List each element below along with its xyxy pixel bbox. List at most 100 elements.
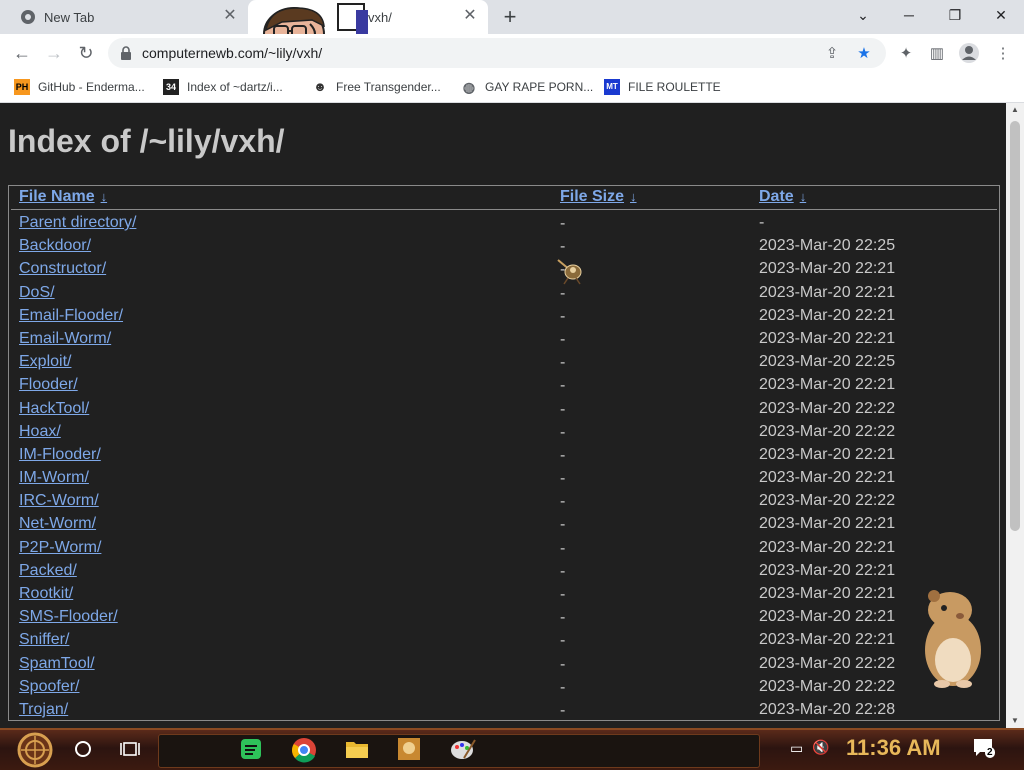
notification-count: 2: [985, 747, 995, 758]
globe-icon: ◍: [462, 79, 476, 95]
table-row: Hoax/ - 2023-Mar-20 22:22: [9, 419, 999, 442]
file-link[interactable]: HackTool/: [19, 400, 89, 418]
notifications-icon[interactable]: 2: [972, 737, 995, 759]
profile-avatar-icon[interactable]: [958, 42, 980, 64]
column-file-size[interactable]: File Size ↓: [560, 188, 637, 206]
paint-icon[interactable]: [450, 738, 476, 760]
file-explorer-icon[interactable]: [345, 739, 369, 759]
page-scrollbar[interactable]: ▲ ▼: [1006, 103, 1024, 728]
bookmark-label: Free Transgender...: [336, 80, 441, 94]
extensions-icon[interactable]: ✦: [895, 43, 917, 65]
desktop-pet-bug-icon: [557, 259, 582, 285]
chrome-icon[interactable]: [291, 737, 317, 763]
file-link[interactable]: Spoofer/: [19, 678, 79, 696]
mt-icon: MT: [604, 79, 620, 95]
tab-new-tab[interactable]: New Tab ✕: [8, 0, 248, 34]
table-row: HackTool/ - 2023-Mar-20 22:22: [9, 396, 999, 419]
back-icon[interactable]: ←: [8, 40, 36, 66]
bookmark-free-transgender[interactable]: ☻ Free Transgender...: [312, 78, 441, 96]
app-icon[interactable]: [397, 737, 421, 761]
file-link[interactable]: IRC-Worm/: [19, 492, 99, 510]
file-size: -: [560, 701, 566, 719]
search-icon[interactable]: [74, 740, 92, 758]
file-size: -: [560, 493, 566, 511]
file-link[interactable]: Net-Worm/: [19, 515, 96, 533]
chrome-icon: [21, 10, 35, 24]
file-link[interactable]: Sniffer/: [19, 631, 69, 649]
file-size: -: [560, 539, 566, 557]
file-link[interactable]: Email-Worm/: [19, 330, 111, 348]
column-file-name[interactable]: File Name ↓: [19, 188, 107, 206]
share-icon[interactable]: ⇪: [822, 44, 842, 64]
file-date: 2023-Mar-20 22:21: [759, 469, 896, 487]
table-row: Sniffer/ - 2023-Mar-20 22:21: [9, 627, 999, 650]
column-date[interactable]: Date ↓: [759, 188, 806, 206]
table-body: Parent directory/ - - Backdoor/ - 2023-Mar-20…: [9, 210, 999, 720]
mask-icon: ☻: [313, 79, 327, 94]
file-date: 2023-Mar-20 22:21: [759, 608, 896, 626]
file-date: 2023-Mar-20 22:21: [759, 329, 896, 347]
address-bar[interactable]: computernewb.com/~lily/vxh/ ⇪ ★: [108, 38, 886, 68]
close-tab-icon[interactable]: ✕: [222, 8, 238, 24]
volume-muted-icon[interactable]: 🔇: [812, 739, 829, 756]
scroll-down-icon[interactable]: ▼: [1006, 714, 1024, 728]
file-link[interactable]: IM-Worm/: [19, 469, 89, 487]
file-link[interactable]: Email-Flooder/: [19, 307, 123, 325]
spotify-icon[interactable]: [240, 738, 262, 760]
bookmark-file-roulette[interactable]: MT FILE ROULETTE: [604, 78, 721, 96]
bookmark-label: FILE ROULETTE: [628, 80, 721, 94]
table-row: Constructor/-2023-Mar-20 22:21: [9, 256, 999, 279]
file-link[interactable]: P2P-Worm/: [19, 539, 101, 557]
close-window-button[interactable]: ✕: [978, 0, 1024, 34]
file-date: 2023-Mar-20 22:21: [759, 306, 896, 324]
file-link[interactable]: Hoax/: [19, 423, 61, 441]
lock-icon[interactable]: [120, 46, 132, 60]
task-view-icon[interactable]: [120, 740, 140, 758]
menu-icon[interactable]: ⋮: [992, 43, 1014, 65]
file-link[interactable]: IM-Flooder/: [19, 446, 101, 464]
network-icon[interactable]: ▭: [790, 740, 803, 757]
forward-icon[interactable]: →: [40, 40, 68, 66]
file-link[interactable]: Exploit/: [19, 353, 71, 371]
close-tab-icon[interactable]: ✕: [462, 8, 478, 24]
taskbar-clock[interactable]: 11:36 AM: [846, 735, 941, 761]
bookmark-index-dartz[interactable]: 34 Index of ~dartz/i...: [163, 78, 283, 96]
bookmark-gay-rape-porn[interactable]: ◍ GAY RAPE PORN...: [461, 78, 593, 96]
file-size: -: [560, 470, 566, 488]
file-date: 2023-Mar-20 22:21: [759, 585, 896, 602]
file-date: 2023-Mar-20 22:21: [759, 376, 896, 394]
scroll-up-icon[interactable]: ▲: [1006, 103, 1024, 117]
file-date: 2023-Mar-20 22:21: [759, 515, 896, 533]
file-date: -: [759, 214, 765, 231]
file-link[interactable]: Rootkit/: [19, 585, 73, 603]
bookmark-star-icon[interactable]: ★: [854, 44, 874, 64]
minimize-button[interactable]: ─: [886, 0, 932, 34]
file-link[interactable]: SpamTool/: [19, 655, 95, 673]
file-date: 2023-Mar-20 22:22: [759, 654, 896, 672]
file-size: -: [560, 330, 566, 348]
table-header: File Name ↓ File Size ↓ Date ↓: [11, 186, 997, 210]
table-row: IM-Flooder/ - 2023-Mar-20 22:21: [9, 442, 999, 465]
bookmark-github[interactable]: PH GitHub - Enderma...: [14, 78, 145, 96]
new-tab-button[interactable]: +: [498, 5, 522, 29]
start-orb-icon[interactable]: [12, 732, 58, 768]
bookmark-label: GAY RAPE PORN...: [485, 80, 594, 94]
file-link[interactable]: Backdoor/: [19, 237, 91, 255]
taskbar: ▭ 🔇 11:36 AM 2: [0, 728, 1024, 770]
file-date: 2023-Mar-20 22:22: [759, 399, 896, 417]
file-link[interactable]: Flooder/: [19, 376, 78, 394]
file-link[interactable]: Parent directory/: [19, 214, 136, 232]
restore-button[interactable]: ❐: [932, 0, 978, 34]
index-icon: 34: [163, 79, 179, 95]
file-link[interactable]: DoS/: [19, 284, 55, 302]
reload-icon[interactable]: ↻: [72, 40, 100, 66]
file-link[interactable]: Trojan/: [19, 701, 68, 719]
file-link[interactable]: SMS-Flooder/: [19, 608, 118, 626]
scroll-thumb[interactable]: [1010, 121, 1020, 531]
file-link[interactable]: Constructor/: [19, 260, 106, 278]
file-size: -: [560, 238, 566, 256]
file-link[interactable]: Packed/: [19, 562, 77, 580]
tab-search-icon[interactable]: ⌄: [840, 0, 886, 34]
hamster-desktop-pet: [925, 590, 981, 688]
side-panel-icon[interactable]: ▥: [926, 43, 948, 65]
